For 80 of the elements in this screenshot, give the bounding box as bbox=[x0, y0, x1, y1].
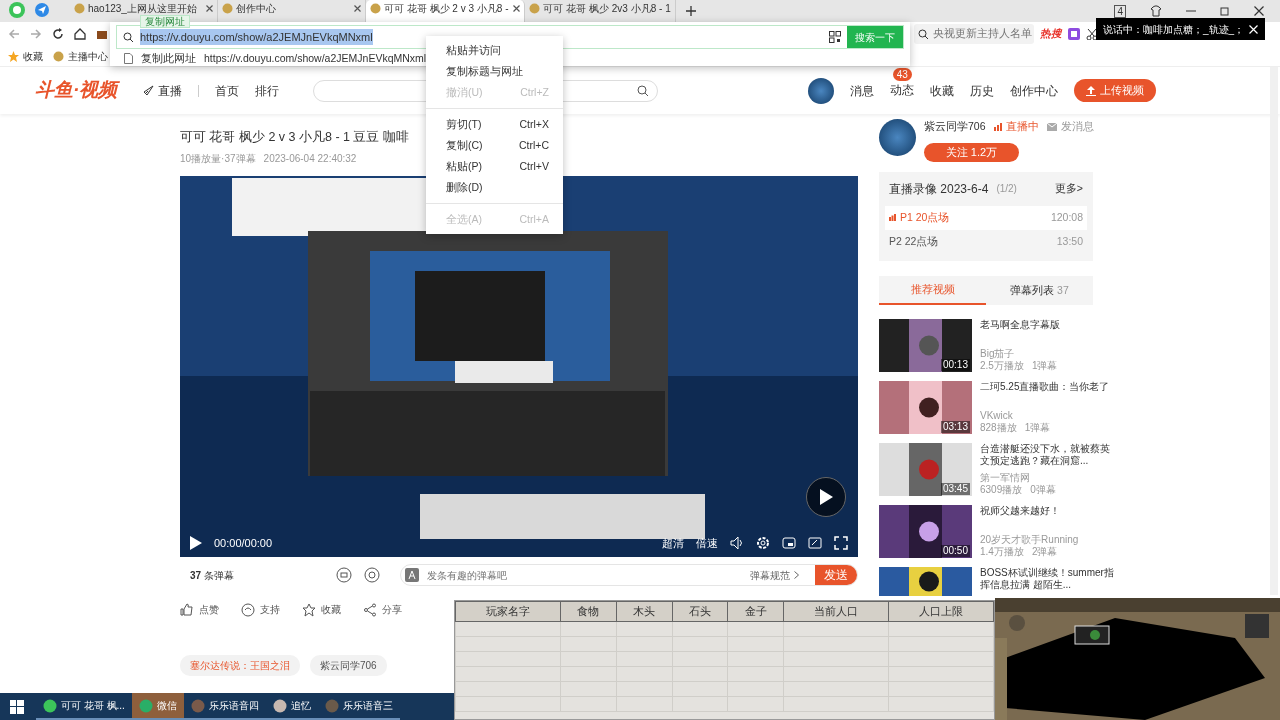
video-duration: 03:13 bbox=[940, 421, 970, 434]
nav-link[interactable]: 创作中心 bbox=[1010, 81, 1059, 100]
column-header: 当前人口 bbox=[783, 601, 889, 621]
nav-link[interactable]: 首页 bbox=[215, 81, 240, 100]
nav-link[interactable]: 历史 bbox=[970, 81, 995, 100]
action-button[interactable]: 点赞 bbox=[180, 602, 219, 617]
browser-tab[interactable]: 可可 花哥 枫少 2 v 3 小凡8 - bbox=[366, 0, 526, 22]
action-button[interactable]: 支持 bbox=[241, 602, 280, 617]
menu-item[interactable]: 删除(D) bbox=[426, 177, 563, 198]
nav-link[interactable]: 收藏 bbox=[930, 81, 955, 100]
bookmark-link[interactable]: 收藏 bbox=[8, 48, 43, 64]
column-header: 石头 bbox=[672, 601, 728, 621]
author-name: VKwick bbox=[980, 410, 1014, 423]
uploader-name[interactable]: 紫云同学706 bbox=[924, 119, 986, 135]
taskbar-item[interactable]: 乐乐语音四 bbox=[183, 693, 266, 720]
taskbar-item[interactable]: 可可 花哥 枫... bbox=[36, 693, 132, 720]
play-count: 2.5万播放 bbox=[980, 360, 1024, 373]
upload-date: 2023-06-04 22:40:32 bbox=[263, 152, 357, 166]
bookmark-link[interactable]: 主播中心 bbox=[53, 48, 108, 64]
menu-item[interactable]: 复制标题与网址 bbox=[426, 61, 563, 82]
danmaku-rules-link[interactable]: 弹幕规范 bbox=[750, 567, 799, 583]
author-name: 20岁天才歌手Running bbox=[980, 534, 1080, 547]
menu-item[interactable]: 粘贴(P) Ctrl+V bbox=[426, 156, 563, 177]
action-button[interactable]: 收藏 bbox=[302, 602, 341, 617]
play-count: 1.4万播放 bbox=[980, 546, 1024, 559]
playlist-item[interactable]: P2 22点场 13:50 bbox=[885, 229, 1087, 254]
video-title: 可可 花哥 枫少 2 v 3 小凡8 - 1 豆豆 咖啡 bbox=[180, 129, 409, 146]
play-count: 6309播放 bbox=[980, 484, 1023, 497]
video-stats: 10播放量·37弹幕 bbox=[180, 152, 256, 166]
copy-url-tooltip[interactable]: 复制网址 bbox=[140, 15, 190, 28]
menu-item[interactable]: 复制(C) Ctrl+C bbox=[426, 135, 563, 156]
taskbar-item[interactable]: 微信 bbox=[131, 693, 184, 720]
column-header: 金子 bbox=[727, 601, 784, 621]
tag[interactable]: 紫云同学706 bbox=[310, 655, 387, 676]
speed-button[interactable]: 倍速 bbox=[696, 534, 718, 552]
video-title[interactable]: 祝师父越来越好！ bbox=[980, 505, 1114, 518]
upload-button[interactable]: 上传视频 bbox=[1074, 79, 1157, 102]
danmaku-count: 1弹幕 bbox=[1031, 360, 1058, 373]
video-title[interactable]: 台造潜艇还没下水，就被蔡英文预定逃跑？藏在洞窟... bbox=[980, 443, 1114, 468]
video-time: 00:00/00:00 bbox=[214, 535, 273, 551]
author-name: Big茄子 bbox=[980, 348, 1016, 361]
nav-link[interactable]: 消息 bbox=[850, 81, 875, 100]
danmaku-count: 0弹幕 bbox=[1030, 484, 1056, 497]
column-header: 人口上限 bbox=[888, 601, 994, 621]
play-count: 828播放 bbox=[980, 422, 1017, 435]
tab[interactable]: 弹幕列表 37 bbox=[986, 276, 1093, 306]
nav-link[interactable]: 直播 bbox=[143, 81, 183, 100]
send-button[interactable]: 发送 bbox=[815, 565, 857, 585]
video-title[interactable]: 二珂5.25直播歌曲：当你老了 bbox=[980, 381, 1114, 394]
danmaku-count: 2弹幕 bbox=[1031, 546, 1058, 559]
live-status: 直播中 bbox=[1005, 119, 1039, 134]
more-link[interactable]: 更多> bbox=[1054, 180, 1083, 197]
taskbar-item[interactable]: 乐乐语音三 bbox=[317, 693, 400, 720]
nav-link[interactable]: 动态 bbox=[890, 81, 915, 99]
danmaku-count: 37 条弹幕 bbox=[190, 568, 234, 583]
column-header: 木头 bbox=[616, 601, 672, 621]
column-header: 食物 bbox=[560, 601, 617, 621]
notification-text: 说话中：咖啡加点糖；_轨迹_； bbox=[1103, 22, 1245, 37]
danmaku-count: 1弹幕 bbox=[1024, 422, 1051, 435]
url-suggestion[interactable]: 复制此网址 https://v.douyu.com/show/a2JEMJnEVkqMNxml bbox=[124, 51, 427, 67]
column-header: 玩家名字 bbox=[455, 601, 561, 621]
playlist-item[interactable]: P1 20点场 120:08 bbox=[885, 205, 1087, 230]
playlist-title: 直播录像 2023-6-4 bbox=[889, 180, 989, 198]
tab-count-icon[interactable]: 4 bbox=[1114, 4, 1126, 18]
nav-link[interactable]: 排行 bbox=[255, 81, 280, 100]
video-title[interactable]: BOSS杯试训继续！summer指挥信息拉满 超陌生... bbox=[980, 567, 1114, 592]
action-button[interactable]: 分享 bbox=[363, 602, 402, 617]
follow-button[interactable]: 关注 1.2万 bbox=[924, 142, 1019, 162]
site-logo[interactable]: 斗鱼·视频 bbox=[35, 76, 118, 105]
playlist-page: (1/2) bbox=[996, 182, 1017, 197]
video-duration: 00:13 bbox=[940, 359, 970, 372]
menu-item[interactable]: 剪切(T) Ctrl+X bbox=[426, 114, 563, 135]
taskbar-item[interactable]: 追忆 bbox=[265, 693, 318, 720]
hot-search-label[interactable]: 热搜 bbox=[1040, 26, 1062, 42]
notification-badge: 43 bbox=[892, 68, 912, 81]
video-duration: 00:50 bbox=[940, 545, 970, 558]
hot-search-field[interactable]: 央视更新主持人名单 bbox=[914, 24, 1034, 44]
video-title[interactable]: 老马啊全息字幕版 bbox=[980, 319, 1114, 332]
video-duration: 03:45 bbox=[940, 483, 970, 496]
quality-button[interactable]: 超清 bbox=[662, 534, 684, 552]
